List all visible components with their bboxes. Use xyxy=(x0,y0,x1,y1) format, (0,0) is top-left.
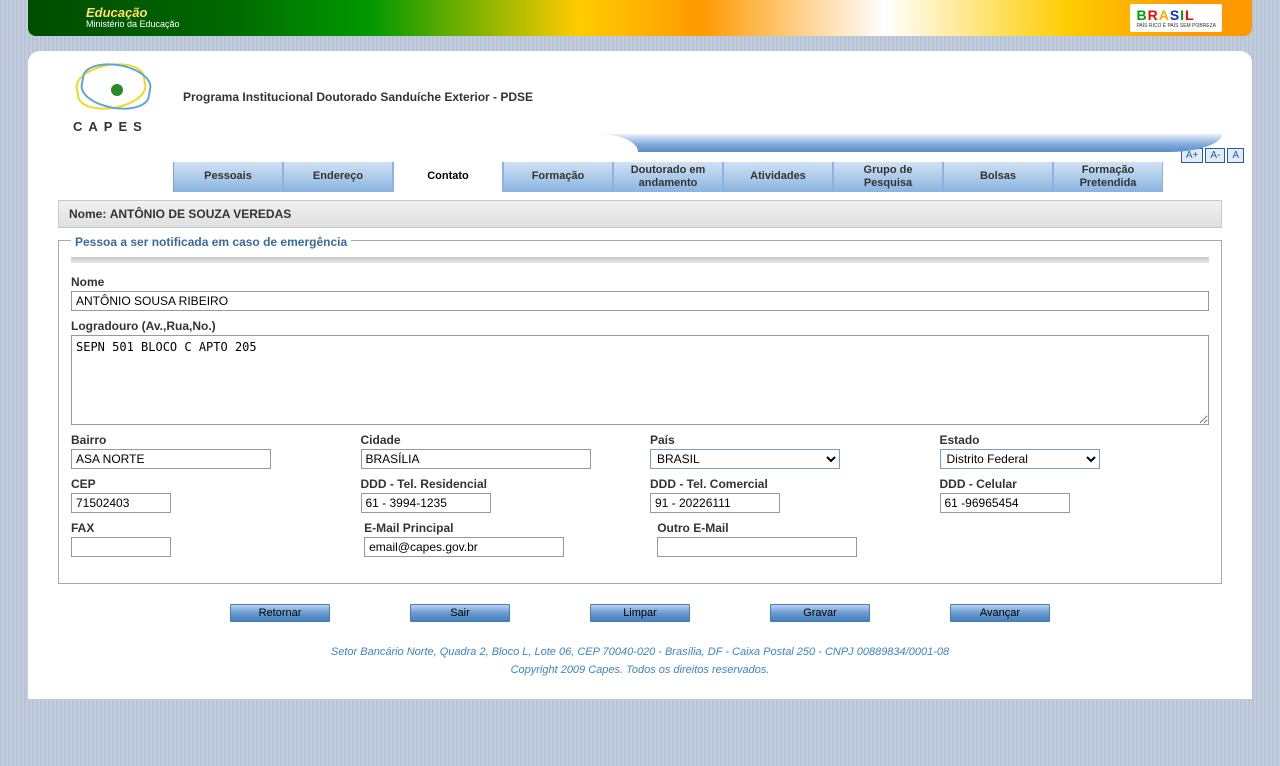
limpar-button[interactable]: Limpar xyxy=(590,604,690,622)
input-celular[interactable] xyxy=(940,493,1070,513)
label-estado: Estado xyxy=(940,433,1210,447)
input-tel-comercial[interactable] xyxy=(650,493,780,513)
input-bairro[interactable] xyxy=(71,449,271,469)
label-tel-comercial: DDD - Tel. Comercial xyxy=(650,477,920,491)
emergency-contact-fieldset: Pessoa a ser notificada em caso de emerg… xyxy=(58,240,1222,584)
action-button-row: Retornar Sair Limpar Gravar Avançar xyxy=(58,604,1222,622)
font-decrease-button[interactable]: A- xyxy=(1205,148,1225,163)
label-pais: País xyxy=(650,433,920,447)
government-banner: Educação Ministério da Educação BRASIL P… xyxy=(28,0,1252,36)
program-title: Programa Institucional Doutorado Sanduíc… xyxy=(183,90,1212,104)
name-bar-label: Nome: xyxy=(69,207,106,221)
name-bar-value: ANTÔNIO DE SOUZA VEREDAS xyxy=(110,207,292,221)
font-reset-button[interactable]: A xyxy=(1227,148,1244,163)
sair-button[interactable]: Sair xyxy=(410,604,510,622)
tab-formacao-pretendida[interactable]: Formação Pretendida xyxy=(1053,162,1163,192)
label-cep: CEP xyxy=(71,477,341,491)
label-tel-residencial: DDD - Tel. Residencial xyxy=(361,477,631,491)
input-cidade[interactable] xyxy=(361,449,591,469)
tab-contato[interactable]: Contato xyxy=(393,162,503,192)
tab-bolsas[interactable]: Bolsas xyxy=(943,162,1053,192)
footer-address: Setor Bancário Norte, Quadra 2, Bloco L,… xyxy=(58,644,1222,662)
brasil-logo: BRASIL PAÍS RICO É PAÍS SEM POBREZA xyxy=(1130,4,1222,32)
avancar-button[interactable]: Avançar xyxy=(950,604,1050,622)
input-cep[interactable] xyxy=(71,493,171,513)
tab-pessoais[interactable]: Pessoais xyxy=(173,162,283,192)
input-fax[interactable] xyxy=(71,537,171,557)
input-email-principal[interactable] xyxy=(364,537,564,557)
label-cidade: Cidade xyxy=(361,433,631,447)
input-tel-residencial[interactable] xyxy=(361,493,491,513)
label-fax: FAX xyxy=(71,521,344,535)
label-logradouro: Logradouro (Av.,Rua,No.) xyxy=(71,319,1209,333)
input-outro-email[interactable] xyxy=(657,537,857,557)
input-nome[interactable] xyxy=(71,291,1209,311)
label-celular: DDD - Celular xyxy=(940,477,1210,491)
select-pais[interactable]: BRASIL xyxy=(650,449,840,469)
label-nome: Nome xyxy=(71,275,1209,289)
footer-copyright: Copyright 2009 Capes. Todos os direitos … xyxy=(58,662,1222,680)
tab-doutorado-andamento[interactable]: Doutorado em andamento xyxy=(613,162,723,192)
tab-endereco[interactable]: Endereço xyxy=(283,162,393,192)
separator-bar xyxy=(71,257,1209,263)
tab-bar: Pessoais Endereço Contato Formação Douto… xyxy=(173,162,1222,192)
tab-grupo-pesquisa[interactable]: Grupo de Pesquisa xyxy=(833,162,943,192)
gravar-button[interactable]: Gravar xyxy=(770,604,870,622)
name-bar: Nome: ANTÔNIO DE SOUZA VEREDAS xyxy=(58,200,1222,228)
select-estado[interactable]: Distrito Federal xyxy=(940,449,1100,469)
fieldset-legend: Pessoa a ser notificada em caso de emerg… xyxy=(71,235,351,249)
main-panel: CAPES Programa Institucional Doutorado S… xyxy=(28,51,1252,699)
textarea-logradouro[interactable] xyxy=(71,335,1209,425)
label-bairro: Bairro xyxy=(71,433,341,447)
label-email-principal: E-Mail Principal xyxy=(364,521,637,535)
tab-formacao[interactable]: Formação xyxy=(503,162,613,192)
label-outro-email: Outro E-Mail xyxy=(657,521,930,535)
divider-wave xyxy=(53,134,1222,152)
banner-subtitle: Ministério da Educação xyxy=(86,20,180,30)
capes-logo: CAPES xyxy=(68,59,163,134)
retornar-button[interactable]: Retornar xyxy=(230,604,330,622)
footer: Setor Bancário Norte, Quadra 2, Bloco L,… xyxy=(28,632,1252,699)
tab-atividades[interactable]: Atividades xyxy=(723,162,833,192)
banner-title: Educação xyxy=(86,6,180,20)
